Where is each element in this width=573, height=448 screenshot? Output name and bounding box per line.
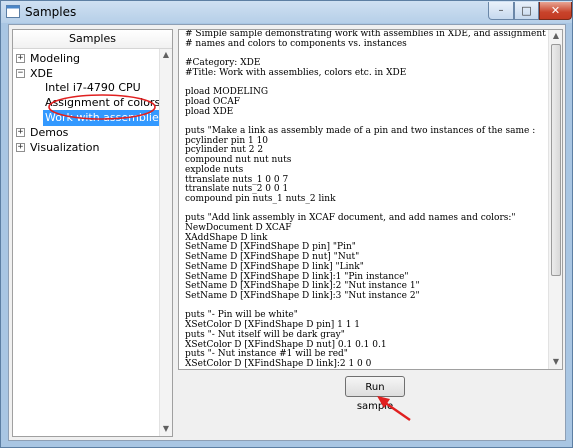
expand-icon[interactable]: + [16, 128, 25, 137]
tree-item-label: Visualization [30, 141, 100, 154]
sample-code-viewer[interactable]: # Simple sample demonstrating work with … [178, 29, 563, 370]
tree-header: Samples [13, 30, 172, 49]
minimize-icon: – [498, 5, 504, 16]
window-title: Samples [25, 5, 77, 19]
maximize-button[interactable]: □ [514, 2, 539, 20]
tree-item-label: Intel i7-4790 CPU [45, 81, 141, 94]
collapse-icon[interactable]: − [16, 69, 25, 78]
expand-icon[interactable]: + [16, 143, 25, 152]
title-bar[interactable]: Samples – □ ✕ [1, 1, 572, 23]
tree-item-label: Work with assemblies, colors etc. [43, 110, 172, 126]
maximize-icon: □ [521, 4, 532, 17]
code-scrollbar[interactable]: ▲ ▼ [548, 30, 562, 369]
scroll-down-icon[interactable]: ▼ [160, 423, 172, 435]
samples-tree[interactable]: Samples + Modeling − XDE Intel i7-4790 C… [12, 29, 173, 437]
tree-item-label: Modeling [30, 52, 81, 65]
tree-scrollbar[interactable]: ▲ ▼ [159, 49, 172, 436]
scroll-up-icon[interactable]: ▲ [160, 49, 172, 61]
scroll-down-icon[interactable]: ▼ [550, 356, 562, 368]
close-icon: ✕ [550, 4, 561, 17]
scroll-up-icon[interactable]: ▲ [550, 30, 562, 42]
app-icon [6, 5, 20, 18]
scrollbar-thumb[interactable] [551, 44, 561, 276]
minimize-button[interactable]: – [488, 2, 514, 20]
run-sample-button[interactable]: Run sample [345, 376, 405, 412]
tree-item-label: Assignment of colors to faces [45, 96, 172, 109]
tree-item-label: Demos [30, 126, 69, 139]
close-button[interactable]: ✕ [539, 2, 572, 20]
samples-window: Samples – □ ✕ Samples + Modeling − XDE I… [0, 0, 573, 448]
sample-code[interactable]: # Simple sample demonstrating work with … [185, 30, 546, 369]
expand-icon[interactable]: + [16, 54, 25, 63]
client-area: Samples + Modeling − XDE Intel i7-4790 C… [8, 24, 566, 441]
